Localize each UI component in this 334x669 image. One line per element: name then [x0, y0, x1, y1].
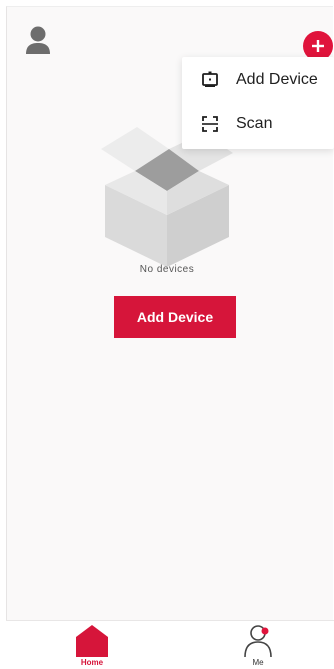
- empty-state-text: No devices: [139, 264, 195, 275]
- menu-item-add-device[interactable]: Add Device: [182, 58, 334, 102]
- notification-dot: [261, 627, 269, 635]
- tab-label: Me: [252, 658, 264, 667]
- tab-label: Home: [80, 658, 104, 667]
- device-frame-icon: [200, 70, 220, 90]
- tab-home[interactable]: Home: [62, 621, 122, 669]
- scan-frame-icon: [200, 114, 220, 134]
- menu-item-scan[interactable]: Scan: [182, 102, 334, 146]
- bottom-tab-bar: Home Me: [6, 620, 334, 669]
- plus-icon: [311, 39, 325, 53]
- menu-item-label: Scan: [236, 115, 273, 132]
- tab-me[interactable]: Me: [228, 621, 288, 669]
- home-icon: [75, 623, 109, 657]
- add-device-button[interactable]: Add Device: [114, 296, 236, 338]
- add-popup-menu: Add Device Scan: [182, 57, 334, 149]
- menu-item-label: Add Device: [236, 71, 318, 88]
- person-icon: [241, 623, 275, 658]
- user-avatar-icon[interactable]: [24, 23, 52, 59]
